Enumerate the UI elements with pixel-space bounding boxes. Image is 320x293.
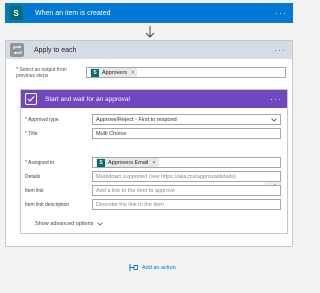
approval-header[interactable]: Start and wait for an approval ···: [21, 90, 287, 108]
sharepoint-icon: S: [97, 158, 105, 167]
remove-token-button[interactable]: ×: [131, 70, 134, 76]
select-output-row: * Select an output from previous steps S…: [16, 67, 286, 81]
item-link-label: Item link: [25, 187, 44, 194]
approval-title: Start and wait for an approval: [45, 95, 130, 103]
approvers-token[interactable]: S Approvers ×: [90, 68, 138, 77]
approval-type-row: * Approval type Approve/Reject - First t…: [25, 114, 281, 125]
down-arrow-icon: [145, 26, 155, 38]
approvers-email-token[interactable]: S Approvers Email ×: [96, 158, 159, 167]
approvers-email-token-label: Approvers Email: [108, 159, 149, 166]
details-label: Details: [25, 173, 41, 180]
loop-icon: [10, 43, 24, 57]
add-action-icon: [129, 264, 138, 271]
apply-to-each-header[interactable]: Apply to each ···: [6, 41, 292, 59]
approval-icon: [25, 93, 37, 105]
details-row: Details Markdown supported (see https://…: [25, 171, 281, 182]
assigned-to-input[interactable]: S Approvers Email ×: [92, 157, 281, 168]
remove-token-button[interactable]: ×: [152, 160, 155, 166]
details-input[interactable]: Markdown supported (see https://aka.ms/a…: [92, 171, 281, 182]
apply-to-each-title: Apply to each: [34, 46, 77, 54]
sharepoint-icon: S: [91, 68, 99, 77]
trigger-card-header[interactable]: S When an item is created ···: [5, 3, 293, 23]
approvers-token-label: Approvers: [102, 69, 128, 76]
chevron-down-icon: [97, 222, 104, 226]
approval-card: Start and wait for an approval ··· * App…: [20, 89, 288, 234]
details-placeholder: Markdown supported (see https://aka.ms/a…: [96, 173, 236, 180]
apply-to-each-more-button[interactable]: ···: [274, 45, 286, 55]
item-link-placeholder: Add a link to the item to approve: [96, 187, 175, 194]
select-output-label: * Select an output from previous steps: [16, 67, 67, 79]
item-link-description-placeholder: Describe the link to the item: [96, 201, 164, 208]
title-value: Multi Choice: [96, 130, 127, 137]
approval-more-button[interactable]: ···: [270, 94, 282, 104]
approval-type-value: Approve/Reject - First to respond: [96, 116, 177, 123]
trigger-more-button[interactable]: ···: [275, 8, 287, 18]
select-output-field[interactable]: S Approvers ×: [86, 67, 286, 78]
chevron-down-icon: [271, 117, 277, 122]
item-link-description-row: Item link description Describe the link …: [25, 199, 281, 210]
approval-type-select[interactable]: Approve/Reject - First to respond: [92, 114, 281, 125]
show-advanced-options-label: Show advanced options: [35, 221, 94, 227]
item-link-input[interactable]: Add a link to the item to approve: [92, 185, 281, 196]
title-label: * Title: [25, 130, 38, 137]
add-action-button[interactable]: Add an action: [129, 263, 176, 272]
title-row: * Title Multi Choice: [25, 128, 281, 139]
trigger-title: When an item is created: [35, 9, 111, 17]
item-link-description-label: Item link description: [25, 201, 70, 208]
apply-to-each-card: Apply to each ··· * Select an output fro…: [5, 40, 293, 247]
show-advanced-options-toggle[interactable]: Show advanced options: [35, 221, 104, 227]
add-action-label: Add an action: [142, 264, 176, 271]
assigned-to-label: * Assigned to: [25, 159, 55, 166]
item-link-description-input[interactable]: Describe the link to the item: [92, 199, 281, 210]
title-input[interactable]: Multi Choice: [92, 128, 281, 139]
item-link-row: Item link Add a link to the item to appr…: [25, 185, 281, 196]
approval-type-label: * Approval type: [25, 116, 59, 123]
sharepoint-icon: S: [9, 6, 23, 20]
assigned-to-row: * Assigned to S Approvers Email ×: [25, 157, 281, 168]
